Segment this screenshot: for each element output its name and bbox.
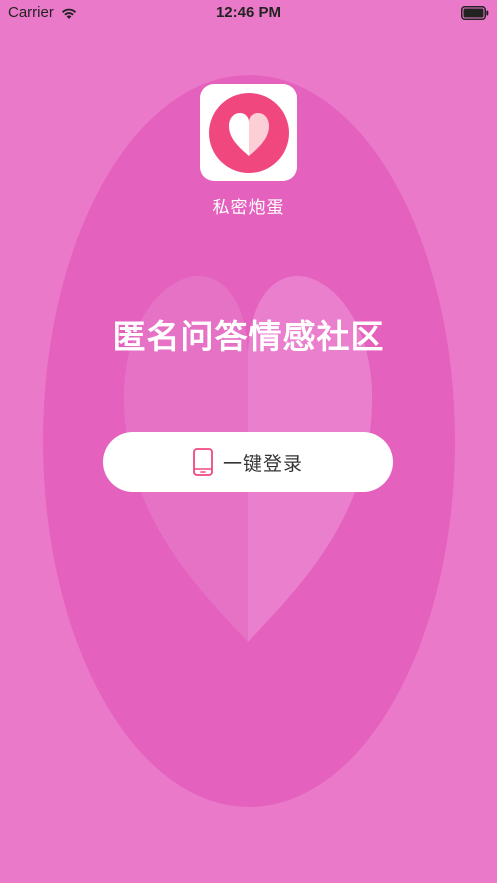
battery-icon: [461, 6, 489, 20]
status-bar: Carrier 12:46 PM: [0, 0, 497, 28]
page-title: 匿名问答情感社区: [112, 317, 385, 356]
one-click-login-button[interactable]: 一键登录: [103, 432, 393, 492]
app-logo: [200, 84, 297, 181]
login-button-label: 一键登录: [222, 452, 303, 475]
status-time: 12:46 PM: [215, 4, 282, 21]
heart-logo-icon: [208, 92, 289, 173]
phone-icon: [193, 448, 213, 476]
app-name: 私密炮蛋: [212, 198, 285, 218]
